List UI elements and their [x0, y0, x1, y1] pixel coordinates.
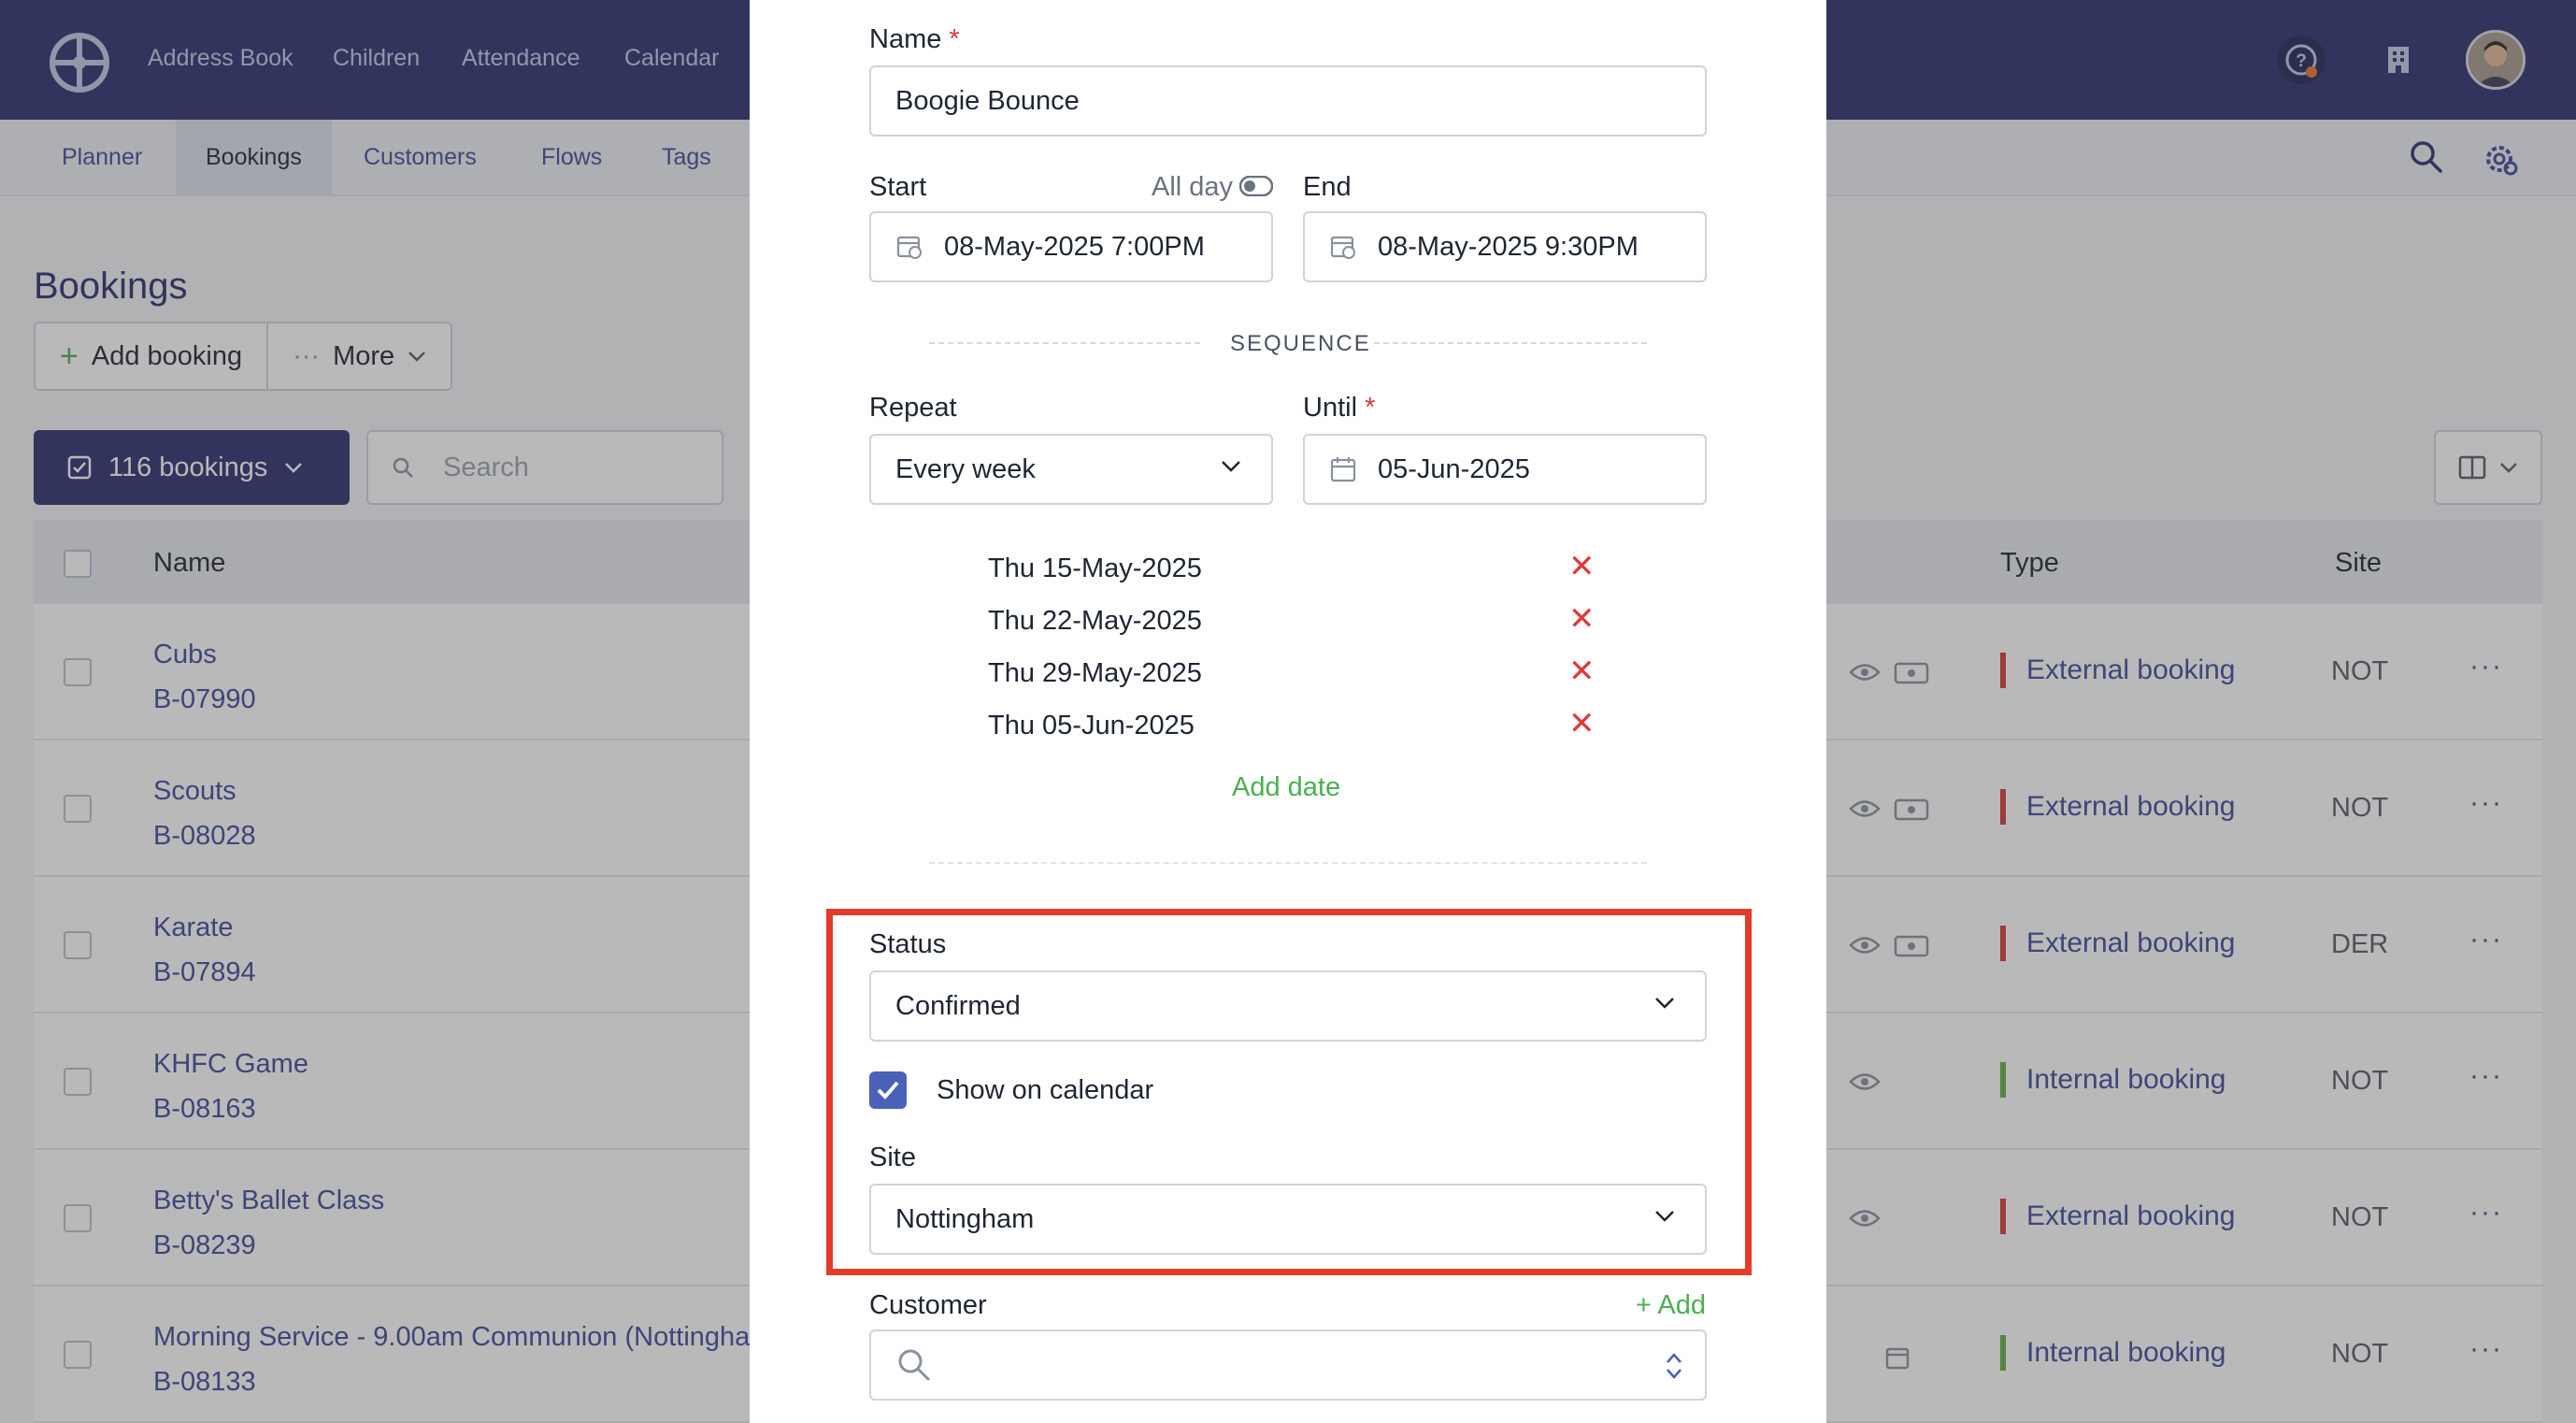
chevron-down-icon [1655, 1211, 1674, 1222]
sequence-divider-right [1374, 342, 1647, 344]
add-customer-link[interactable]: + Add [1636, 1290, 1706, 1321]
status-select[interactable]: Confirmed [869, 970, 1707, 1042]
site-value: Nottingham [895, 1203, 1035, 1234]
calendar-icon [1329, 455, 1357, 483]
start-datetime-value: 08-May-2025 7:00PM [944, 231, 1205, 262]
chevron-down-icon [1222, 461, 1240, 472]
site-select[interactable]: Nottingham [869, 1184, 1707, 1255]
all-day-toggle[interactable] [1239, 176, 1273, 196]
sort-arrows-icon [1667, 1353, 1682, 1379]
status-label: Status [869, 929, 947, 959]
remove-date-icon[interactable]: ✕ [1568, 548, 1596, 585]
end-datetime-field[interactable]: 08-May-2025 9:30PM [1303, 211, 1707, 282]
sequence-heading: SEQUENCE [1230, 331, 1371, 356]
section-divider [929, 862, 1647, 864]
customer-search-field[interactable] [869, 1330, 1707, 1401]
name-field[interactable]: Boogie Bounce [869, 65, 1707, 137]
name-label: Name * [869, 24, 960, 54]
sequence-date-item: Thu 15-May-2025 [988, 553, 1202, 583]
remove-date-icon[interactable]: ✕ [1568, 600, 1596, 638]
show-on-calendar-label[interactable]: Show on calendar [937, 1075, 1153, 1106]
repeat-label: Repeat [869, 393, 957, 423]
sequence-divider-left [929, 342, 1200, 344]
until-date-field[interactable]: 05-Jun-2025 [1303, 434, 1707, 505]
sequence-date-item: Thu 29-May-2025 [988, 658, 1202, 688]
all-day-label: All day [1152, 172, 1234, 202]
sequence-date-item: Thu 05-Jun-2025 [988, 711, 1195, 740]
until-date-value: 05-Jun-2025 [1378, 453, 1530, 484]
remove-date-icon[interactable]: ✕ [1568, 705, 1596, 742]
end-label: End [1303, 172, 1352, 202]
remove-date-icon[interactable]: ✕ [1568, 653, 1596, 690]
name-value: Boogie Bounce [895, 85, 1080, 116]
start-datetime-field[interactable]: 08-May-2025 7:00PM [869, 211, 1273, 282]
repeat-select[interactable]: Every week [869, 434, 1273, 505]
status-value: Confirmed [895, 990, 1021, 1021]
until-label: Until * [1303, 393, 1376, 423]
search-icon [898, 1349, 930, 1381]
calendar-clock-icon [895, 233, 923, 261]
start-label: Start [869, 172, 927, 202]
site-label: Site [869, 1143, 916, 1172]
add-date-link[interactable]: Add date [1232, 772, 1340, 803]
customer-label: Customer [869, 1290, 987, 1320]
chevron-down-icon [1655, 998, 1674, 1009]
repeat-value: Every week [895, 453, 1036, 484]
calendar-clock-icon [1329, 233, 1357, 261]
show-on-calendar-checkbox[interactable] [869, 1071, 907, 1109]
end-datetime-value: 08-May-2025 9:30PM [1378, 231, 1639, 262]
checkmark-icon [877, 1081, 899, 1100]
sequence-date-item: Thu 22-May-2025 [988, 606, 1202, 636]
